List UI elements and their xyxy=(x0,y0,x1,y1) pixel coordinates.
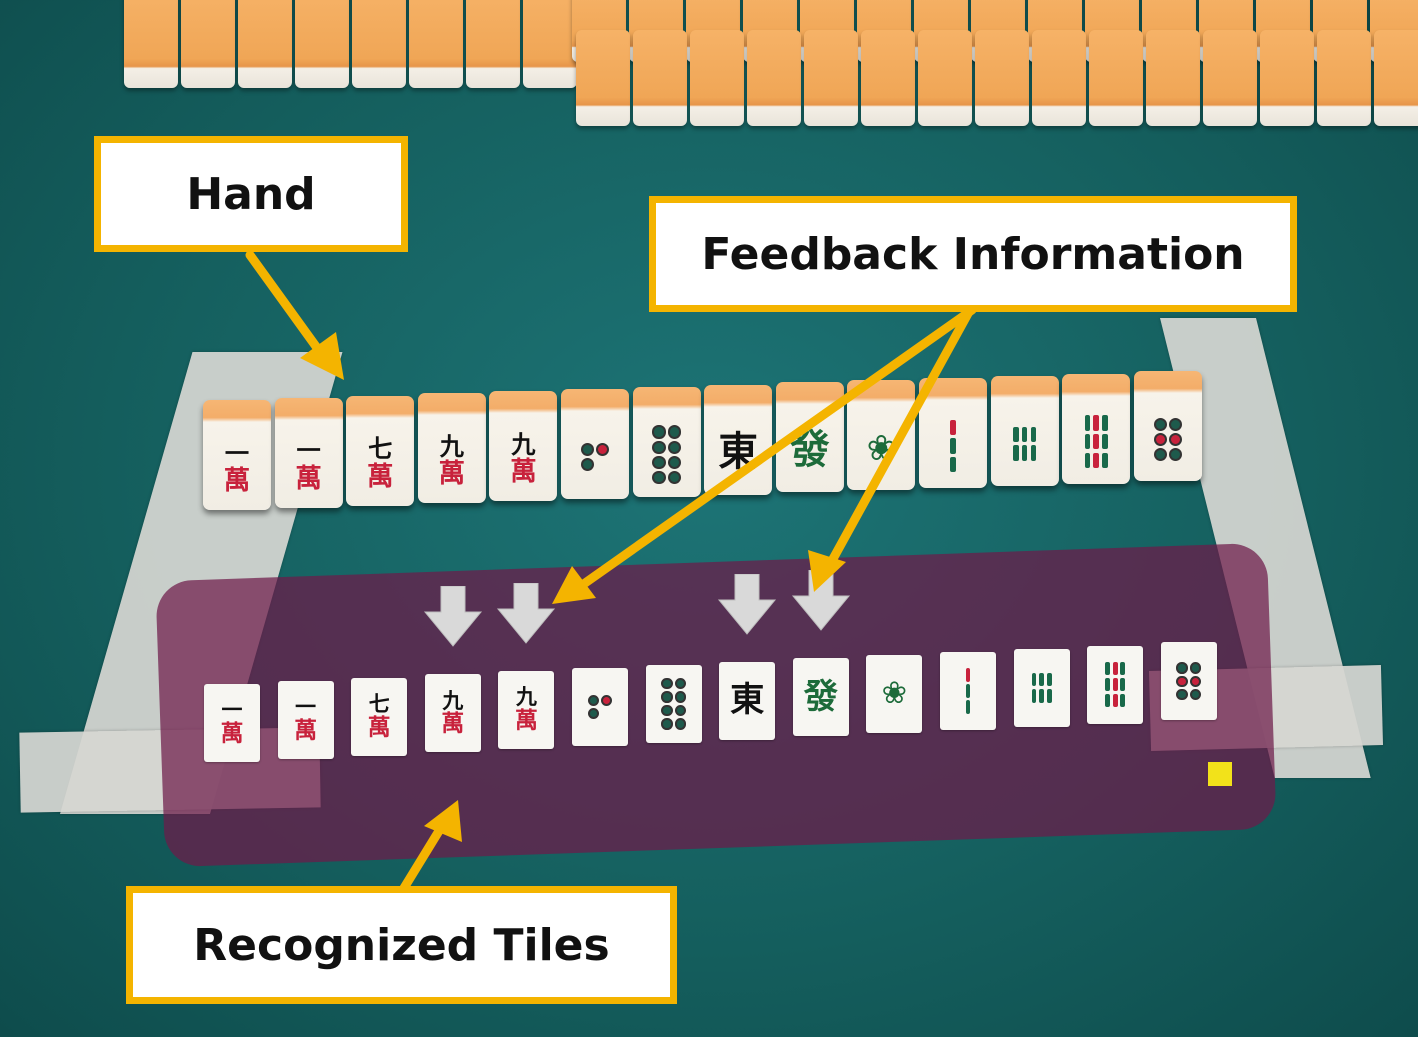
annotation-arrow-icon xyxy=(399,821,447,893)
hand-callout: Hand xyxy=(94,136,408,252)
feedback-callout: Feedback Information xyxy=(649,196,1297,312)
annotation-arrow-icon xyxy=(245,250,325,357)
annotation-arrow-icon xyxy=(808,550,846,592)
recognized-label: Recognized Tiles xyxy=(193,919,610,971)
annotation-arrow-icon xyxy=(424,800,462,842)
feedback-label: Feedback Information xyxy=(701,228,1245,280)
annotation-arrow-icon xyxy=(823,305,975,573)
recognized-callout: Recognized Tiles xyxy=(126,886,677,1004)
annotation-arrow-icon xyxy=(573,305,977,593)
mahjong-scene: 一萬一萬七萬九萬九萬東發 ❀ 一萬一萬七萬九萬九萬東發 ❀ Hand Feedbac… xyxy=(0,0,1418,1037)
hand-label: Hand xyxy=(186,168,316,220)
